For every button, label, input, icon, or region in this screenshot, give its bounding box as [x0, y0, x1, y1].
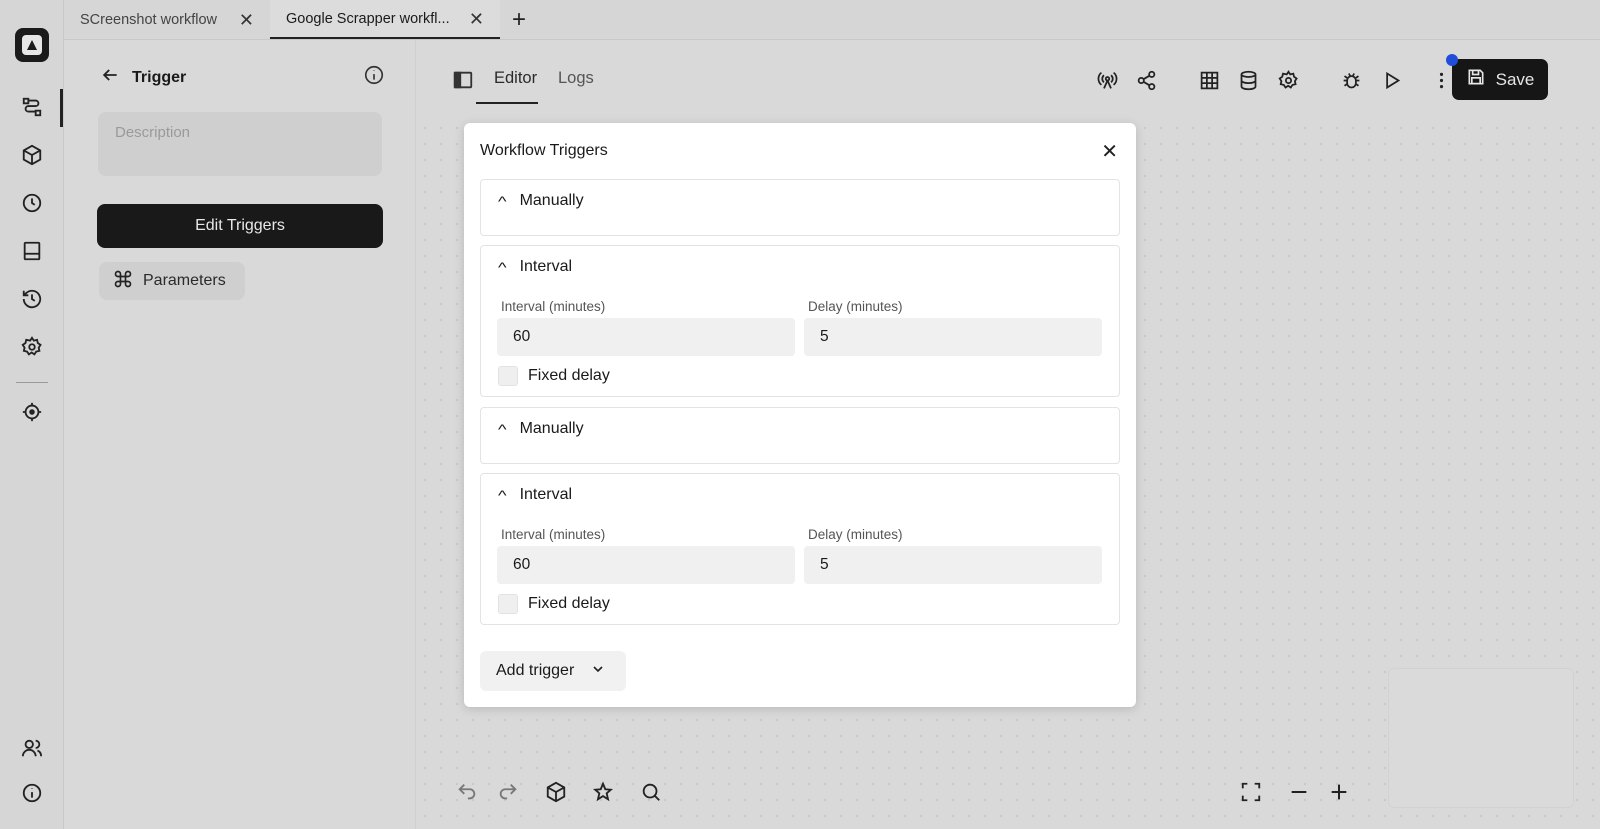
- trigger-header[interactable]: ^ Manually: [498, 192, 584, 210]
- tab-logs[interactable]: Logs: [558, 69, 594, 88]
- trigger-type: Interval: [519, 258, 573, 275]
- panel-title: Trigger: [132, 68, 187, 86]
- users-icon[interactable]: [20, 736, 44, 760]
- tab-editor[interactable]: Editor: [494, 69, 537, 88]
- play-icon[interactable]: [1379, 68, 1403, 92]
- layout-icon[interactable]: [20, 239, 44, 263]
- rail-divider: [16, 382, 48, 383]
- settings-icon[interactable]: [20, 335, 44, 359]
- settings-icon[interactable]: [1276, 68, 1300, 92]
- fixed-delay-checkbox[interactable]: [498, 594, 518, 614]
- workflow-triggers-modal: Workflow Triggers ✕ ^ Manually ^ Interva…: [464, 123, 1136, 707]
- add-trigger-label: Add trigger: [496, 662, 575, 679]
- search-icon[interactable]: [639, 780, 663, 804]
- info-icon[interactable]: [363, 64, 385, 91]
- command-icon: [113, 269, 133, 294]
- trigger-type: Manually: [519, 192, 584, 209]
- close-icon[interactable]: ✕: [239, 11, 254, 29]
- interval-label: Interval (minutes): [501, 527, 606, 542]
- panel-header: Trigger: [100, 64, 385, 91]
- fixed-delay-row[interactable]: Fixed delay: [498, 366, 610, 386]
- history-icon[interactable]: [20, 287, 44, 311]
- trigger-panel: Trigger Description Edit Triggers Parame…: [64, 40, 416, 829]
- zoom-in-icon[interactable]: [1327, 780, 1351, 804]
- save-label: Save: [1495, 69, 1535, 89]
- trigger-card-manual: ^ Manually: [480, 407, 1120, 464]
- fixed-delay-label: Fixed delay: [528, 367, 610, 384]
- add-trigger-button[interactable]: Add trigger: [480, 651, 626, 691]
- edit-triggers-label: Edit Triggers: [195, 217, 285, 234]
- save-icon: [1466, 67, 1486, 92]
- sidebar-toggle-icon[interactable]: [452, 69, 474, 96]
- crosshair-icon[interactable]: [20, 400, 44, 424]
- parameters-button[interactable]: Parameters: [99, 262, 245, 300]
- trigger-header[interactable]: ^ Interval: [498, 486, 573, 504]
- magic-icon[interactable]: [591, 780, 615, 804]
- tab-label: SCreenshot workflow: [80, 11, 217, 28]
- zoom-out-icon[interactable]: [1287, 780, 1311, 804]
- parameters-label: Parameters: [143, 272, 226, 289]
- trigger-card-interval: ^ Interval Interval (minutes) 60 Delay (…: [480, 245, 1120, 397]
- tab-label: Google Scrapper workfl...: [286, 10, 450, 27]
- fixed-delay-row[interactable]: Fixed delay: [498, 594, 610, 614]
- fixed-delay-checkbox[interactable]: [498, 366, 518, 386]
- bug-icon[interactable]: [1339, 68, 1363, 92]
- info-icon[interactable]: [20, 781, 44, 805]
- delay-input[interactable]: 5: [804, 318, 1102, 356]
- tab-screenshot-workflow[interactable]: SCreenshot workflow ✕: [64, 0, 270, 39]
- package-icon[interactable]: [20, 143, 44, 167]
- modal-title: Workflow Triggers: [480, 142, 608, 159]
- left-rail: [0, 0, 64, 829]
- workflow-icon[interactable]: [20, 95, 44, 119]
- plus-icon: +: [512, 5, 527, 33]
- chevron-up-icon: ^: [498, 193, 507, 209]
- interval-input[interactable]: 60: [497, 546, 795, 584]
- close-icon[interactable]: ✕: [469, 10, 484, 28]
- more-vertical-icon[interactable]: [1429, 68, 1453, 92]
- trigger-card-interval: ^ Interval Interval (minutes) 60 Delay (…: [480, 473, 1120, 625]
- clock-icon[interactable]: [20, 191, 44, 215]
- database-icon[interactable]: [1236, 68, 1260, 92]
- tab-google-scrapper-workflow[interactable]: Google Scrapper workfl... ✕: [270, 0, 500, 39]
- redo-icon[interactable]: [496, 780, 520, 804]
- chevron-up-icon: ^: [498, 421, 507, 437]
- edit-triggers-button[interactable]: Edit Triggers: [97, 204, 383, 248]
- trigger-header[interactable]: ^ Manually: [498, 420, 584, 438]
- app-logo[interactable]: [15, 28, 49, 62]
- interval-input[interactable]: 60: [497, 318, 795, 356]
- fullscreen-icon[interactable]: [1239, 780, 1263, 804]
- chevron-down-icon: [590, 661, 606, 682]
- description-textarea[interactable]: Description: [98, 112, 382, 176]
- delay-input[interactable]: 5: [804, 546, 1102, 584]
- back-arrow-icon[interactable]: [100, 65, 120, 90]
- editor-toolbar: Editor Logs Save: [416, 40, 1600, 120]
- trigger-type: Manually: [519, 420, 584, 437]
- chevron-up-icon: ^: [498, 487, 507, 503]
- unsaved-indicator-dot: [1446, 54, 1458, 66]
- delay-label: Delay (minutes): [808, 299, 903, 314]
- add-tab-button[interactable]: +: [500, 0, 538, 39]
- workflow-tabbar: SCreenshot workflow ✕ Google Scrapper wo…: [64, 0, 1600, 40]
- table-icon[interactable]: [1197, 68, 1221, 92]
- minimap[interactable]: [1388, 668, 1574, 808]
- package-icon[interactable]: [544, 780, 568, 804]
- share-icon[interactable]: [1134, 68, 1158, 92]
- trigger-card-manual: ^ Manually: [480, 179, 1120, 236]
- broadcast-icon[interactable]: [1095, 68, 1119, 92]
- editor-tab-underline: [476, 102, 538, 104]
- trigger-type: Interval: [519, 486, 573, 503]
- trigger-header[interactable]: ^ Interval: [498, 258, 573, 276]
- interval-label: Interval (minutes): [501, 299, 606, 314]
- delay-label: Delay (minutes): [808, 527, 903, 542]
- close-icon[interactable]: ✕: [1101, 139, 1118, 164]
- rail-active-indicator: [60, 89, 63, 127]
- undo-icon[interactable]: [455, 780, 479, 804]
- chevron-up-icon: ^: [498, 259, 507, 275]
- save-button[interactable]: Save: [1452, 59, 1548, 100]
- fixed-delay-label: Fixed delay: [528, 595, 610, 612]
